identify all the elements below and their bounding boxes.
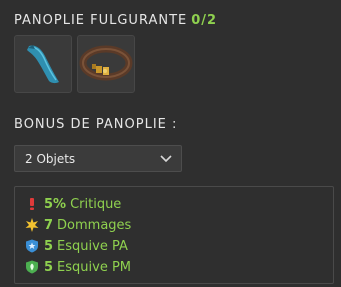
- cape-icon: [27, 45, 59, 84]
- panoply-title: PANOPLIE FULGURANTE 0/2: [14, 13, 217, 28]
- chevron-down-icon: [160, 155, 172, 163]
- critical-icon: [25, 197, 39, 211]
- panoply-count: 0/2: [191, 13, 218, 28]
- bonus-effect-label: Critique: [70, 196, 122, 212]
- dodge-pm-icon: [25, 260, 39, 274]
- bonus-effect-label: Dommages: [57, 217, 132, 233]
- bonus-effect-label: Esquive PA: [57, 238, 128, 254]
- dodge-pa-icon: [25, 239, 39, 253]
- bonus-tier-selected: 2 Objets: [25, 152, 76, 166]
- belt-icon: [79, 45, 133, 81]
- bonus-effects-panel: 5% Critique 7 Dommages 5 Esquive PA 5 Es…: [14, 186, 334, 284]
- bonus-effect-value: 5: [44, 238, 54, 254]
- damage-icon: [25, 218, 39, 232]
- bonus-effect-label: Esquive PM: [57, 259, 132, 275]
- bonus-heading: BONUS DE PANOPLIE :: [14, 117, 178, 132]
- bonus-effect-row: 5 Esquive PM: [25, 258, 131, 276]
- panoply-name: PANOPLIE FULGURANTE: [14, 13, 188, 28]
- item-slot-belt[interactable]: [77, 35, 135, 93]
- bonus-effect-value: 5: [44, 259, 54, 275]
- bonus-effect-row: 5% Critique: [25, 195, 121, 213]
- bonus-tier-select[interactable]: 2 Objets: [14, 145, 182, 172]
- bonus-effect-value: 5%: [44, 196, 67, 212]
- bonus-effect-row: 5 Esquive PA: [25, 237, 128, 255]
- item-slot-cape[interactable]: [14, 35, 72, 93]
- bonus-effect-value: 7: [44, 217, 54, 233]
- bonus-effect-row: 7 Dommages: [25, 216, 131, 234]
